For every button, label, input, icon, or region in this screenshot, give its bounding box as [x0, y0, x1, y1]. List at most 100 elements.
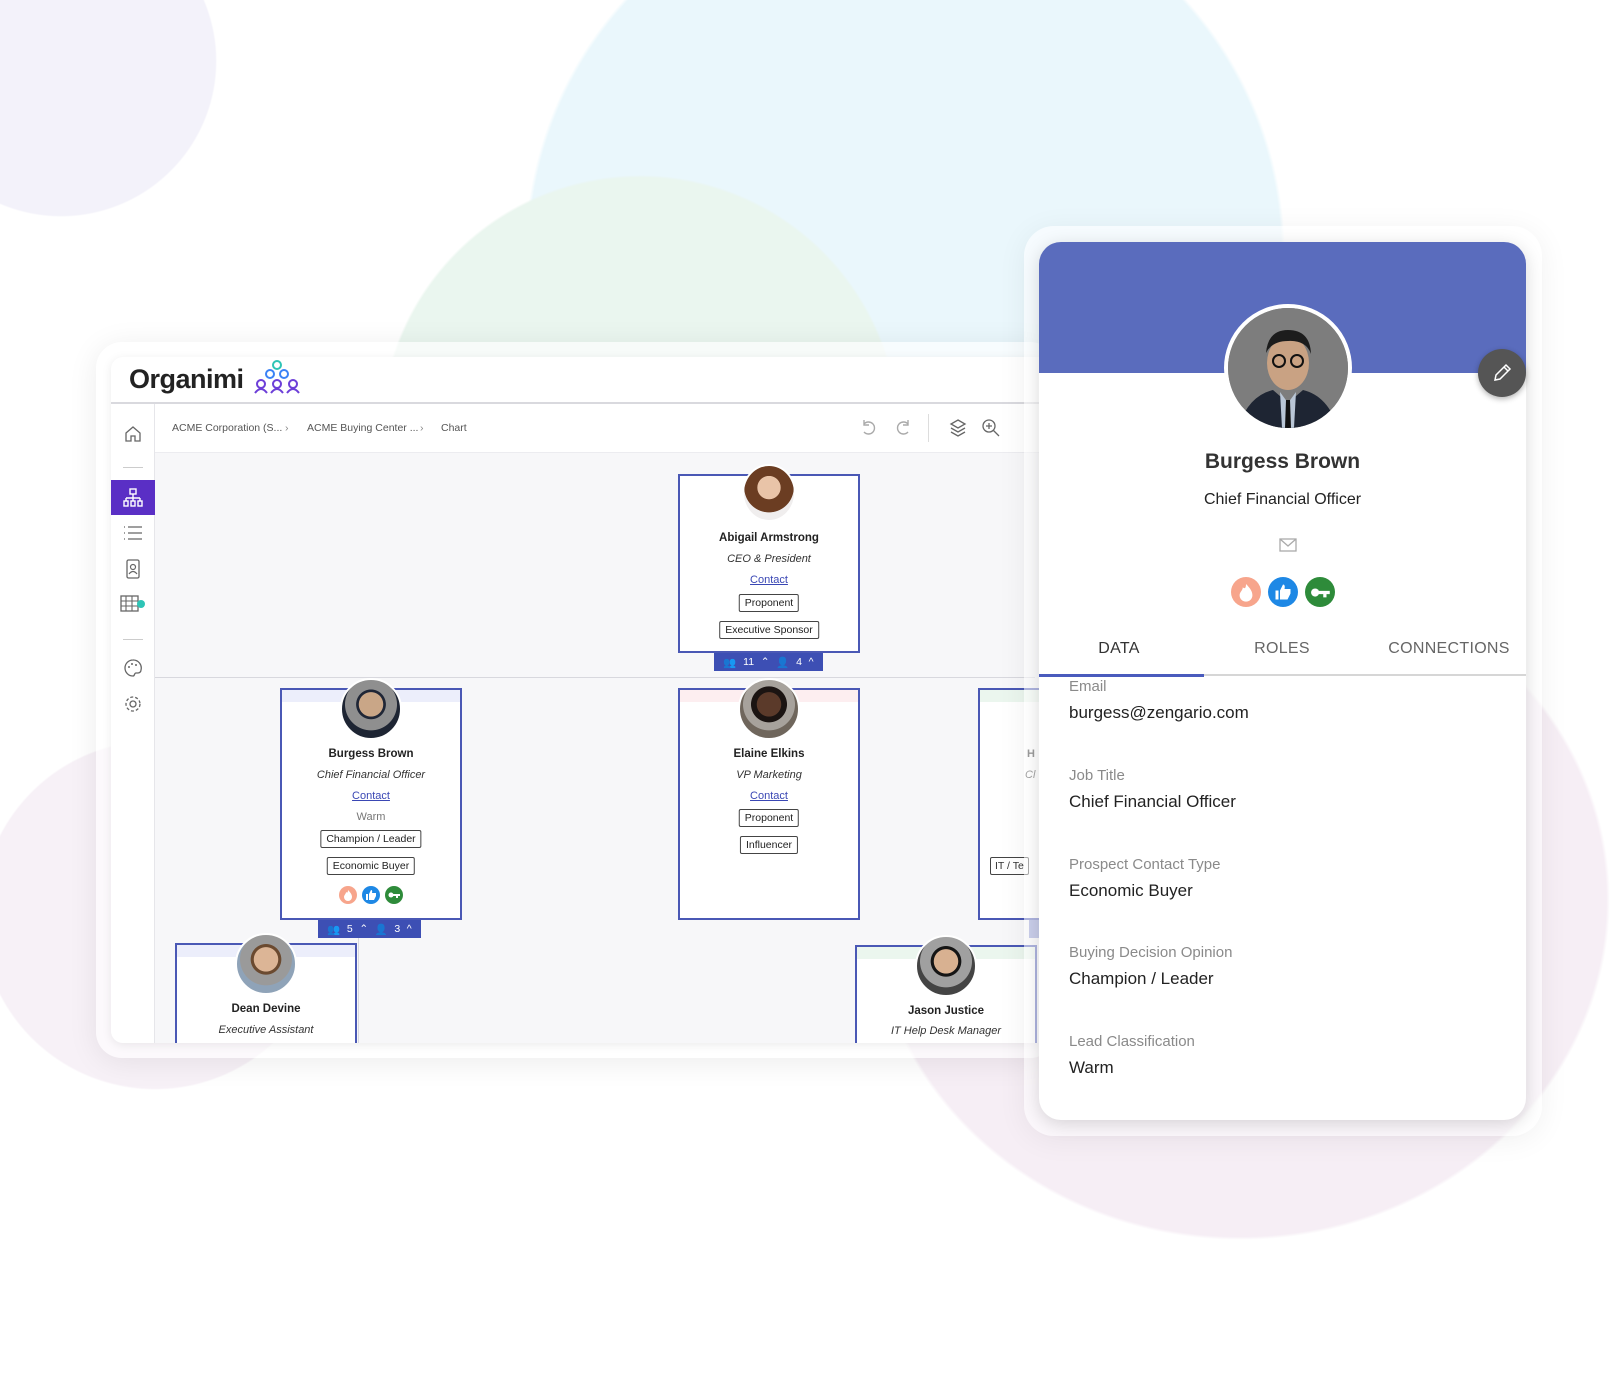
undo-icon[interactable]: [859, 418, 879, 438]
home-icon: [125, 426, 141, 442]
avatar: [235, 933, 297, 995]
settings-icon: [125, 696, 141, 712]
profile-badges: [1039, 577, 1526, 607]
sidebar-item-theme[interactable]: [111, 651, 155, 685]
breadcrumb-item[interactable]: ACME Buying Center ...: [307, 422, 418, 434]
card-title: CEO & President: [727, 553, 811, 565]
card-name: Jason Justice: [907, 1005, 985, 1017]
field-value: Chief Financial Officer: [1069, 792, 1236, 811]
table-icon: [120, 595, 145, 612]
logo-mark-icon: [254, 360, 300, 394]
field-label: Prospect Contact Type: [1069, 856, 1221, 873]
zoom-in-icon[interactable]: [981, 418, 1001, 438]
tag: Economic Buyer: [326, 857, 416, 875]
sidebar-divider: [123, 467, 143, 468]
sidebar-item-list[interactable]: [111, 516, 155, 550]
card-name: Elaine Elkins: [733, 748, 805, 760]
avatar-photo: [1228, 308, 1348, 428]
logo: Organimi: [129, 364, 244, 394]
profile-title: Chief Financial Officer: [1203, 491, 1362, 508]
tag: IT / Te: [990, 857, 1029, 875]
card-name: Burgess Brown: [328, 748, 414, 760]
avatar: [738, 678, 800, 740]
card-footer-burgess[interactable]: 👥 5 ⌃ 👤 3 ^: [318, 920, 421, 938]
sidebar-item-org-chart[interactable]: [111, 480, 155, 515]
key-icon: [1304, 577, 1335, 607]
reports-count: 11: [743, 656, 755, 668]
lead-classification: Warm: [356, 811, 386, 823]
sidebar-item-table[interactable]: [111, 587, 155, 621]
field-label: Buying Decision Opinion: [1069, 944, 1233, 961]
avatar: [742, 464, 796, 522]
profile-tabs: DATA ROLES CONNECTIONS: [1039, 632, 1526, 677]
tab-roles[interactable]: ROLES: [1254, 640, 1310, 658]
tag: Executive Sponsor: [719, 621, 819, 639]
field-value: Champion / Leader: [1069, 969, 1214, 988]
field-email: Email burgess@zengario.com: [1069, 678, 1249, 723]
tag: Proponent: [738, 809, 800, 827]
redo-icon[interactable]: [893, 418, 913, 438]
sidebar-item-settings[interactable]: [111, 687, 155, 721]
breadcrumb-bar: ACME Corporation (S... › ACME Buying Cen…: [155, 404, 1041, 453]
org-card-elaine-elkins[interactable]: Elaine Elkins VP Marketing Contact Propo…: [678, 678, 860, 920]
sidebar: [111, 404, 155, 1043]
card-footer-abigail[interactable]: 👥 11 ⌃ 👤 4 ^: [714, 653, 823, 671]
org-card-abigail-armstrong[interactable]: Abigail Armstrong CEO & President Contac…: [678, 464, 860, 653]
app-window: Organimi ACME Corporation (S... › ACME B…: [111, 357, 1041, 1043]
org-card-dean-devine[interactable]: Dean Devine Executive Assistant: [175, 933, 357, 1043]
tag: Champion / Leader: [320, 830, 422, 848]
flame-icon: [339, 886, 357, 904]
breadcrumb-item: Chart: [441, 422, 467, 434]
avatar: [340, 678, 402, 740]
connector-line: [358, 938, 359, 1043]
org-card-jason-justice[interactable]: Jason Justice IT Help Desk Manager: [855, 935, 1037, 1043]
card-name: Dean Devine: [231, 1003, 301, 1015]
card-name: Abigail Armstrong: [719, 532, 819, 544]
connector-line: [155, 677, 1035, 678]
edit-button[interactable]: [1478, 349, 1526, 397]
toolbar-divider: [928, 414, 929, 442]
collapse-all-icon[interactable]: ⌃: [761, 656, 770, 668]
breadcrumb-item[interactable]: ACME Corporation (S...: [172, 422, 282, 434]
profile-panel: Burgess Brown Chief Financial Officer DA…: [1039, 242, 1526, 1120]
collapse-icon[interactable]: ^: [809, 656, 814, 668]
sidebar-item-directory[interactable]: [111, 552, 155, 586]
sidebar-divider: [123, 639, 143, 640]
mail-icon[interactable]: [1279, 538, 1297, 552]
field-job-title: Job Title Chief Financial Officer: [1069, 767, 1236, 812]
reports-count: 5: [346, 923, 353, 935]
field-label: Job Title: [1069, 767, 1125, 784]
collapse-all-icon[interactable]: ⌃: [359, 923, 368, 935]
sidebar-item-home[interactable]: [111, 417, 155, 451]
tab-connections[interactable]: CONNECTIONS: [1388, 640, 1510, 658]
org-card-burgess-brown[interactable]: Burgess Brown Chief Financial Officer Co…: [280, 678, 462, 920]
list-icon: [124, 526, 142, 540]
layers-icon[interactable]: [948, 418, 968, 438]
field-prospect-contact-type: Prospect Contact Type Economic Buyer: [1069, 856, 1220, 901]
collapse-icon[interactable]: ^: [407, 923, 412, 935]
direct-count: 3: [394, 923, 401, 935]
person-icon: 👤: [776, 656, 790, 669]
field-label: Lead Classification: [1069, 1033, 1195, 1050]
contact-link[interactable]: Contact: [282, 790, 460, 802]
tab-data[interactable]: DATA: [1098, 640, 1140, 658]
field-value: Warm: [1069, 1058, 1114, 1077]
org-chart-icon: [123, 487, 143, 507]
directory-icon: [126, 559, 140, 579]
team-icon: 👥: [327, 923, 341, 936]
field-label: Email: [1069, 678, 1107, 695]
contact-link[interactable]: Contact: [680, 790, 858, 802]
person-icon: 👤: [374, 923, 388, 936]
thumbs-up-icon: [362, 886, 380, 904]
pencil-icon: [1494, 363, 1512, 381]
profile-name: Burgess Brown: [1204, 450, 1361, 473]
card-title: VP Marketing: [736, 769, 802, 781]
contact-link[interactable]: Contact: [680, 574, 858, 586]
card-title: Executive Assistant: [218, 1024, 314, 1036]
profile-avatar: [1224, 304, 1352, 432]
chevron-right-icon: ›: [420, 422, 424, 434]
app-header: Organimi: [111, 357, 1041, 404]
field-lead-classification: Lead Classification Warm: [1069, 1033, 1195, 1078]
flame-icon: [1230, 577, 1261, 607]
palette-icon: [124, 659, 142, 677]
